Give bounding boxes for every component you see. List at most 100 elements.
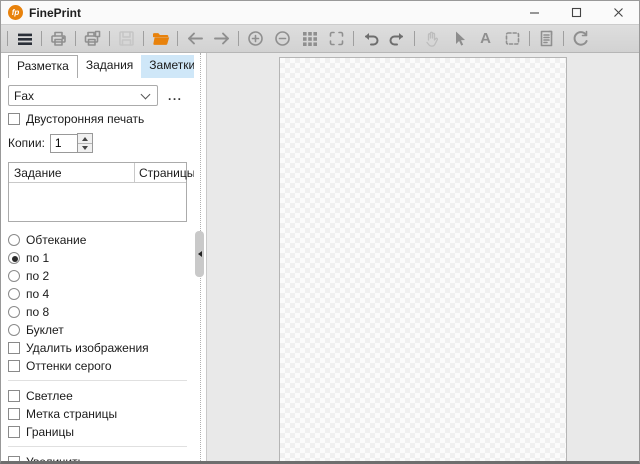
save-button[interactable] — [113, 26, 140, 51]
settings-sidebar: Разметка Задания Заметки Fax ... Двустор… — [1, 53, 194, 461]
grid-layout-button[interactable] — [296, 26, 323, 51]
radio-icon — [8, 305, 20, 318]
jobs-column-pages: Страницы — [139, 165, 194, 180]
toolbar-separator — [238, 31, 239, 46]
page-preview[interactable] — [279, 57, 567, 461]
group-divider — [8, 446, 187, 447]
zoom-out-button[interactable] — [269, 26, 296, 51]
refresh-button[interactable] — [567, 26, 594, 51]
appearance-check-group: Светлее Метка страницы Границы — [8, 387, 187, 440]
radio-icon — [8, 233, 20, 246]
checkbox-icon — [8, 389, 20, 402]
printer-row: Fax ... — [8, 85, 187, 106]
radio-label: по 2 — [26, 268, 50, 283]
spin-up-button[interactable] — [77, 134, 92, 143]
forward-button[interactable] — [208, 26, 235, 51]
printer-more-button[interactable]: ... — [168, 89, 183, 103]
layout-radio-option[interactable]: по 4 — [8, 285, 187, 302]
fit-page-button[interactable] — [323, 26, 350, 51]
layout-radio-option[interactable]: по 1 — [8, 249, 187, 266]
spin-down-button[interactable] — [77, 143, 92, 152]
option-checkbox[interactable]: Увеличить — [8, 453, 187, 461]
back-button[interactable] — [181, 26, 208, 51]
duplex-label: Двусторонняя печать — [26, 112, 145, 126]
checkbox-label: Увеличить — [26, 455, 84, 462]
refresh-icon — [573, 30, 588, 46]
toolbar: A — [1, 24, 639, 53]
zoom-out-icon — [275, 31, 290, 46]
checkbox-icon — [8, 341, 20, 354]
down-arrow-icon — [81, 146, 88, 150]
sidebar-tab[interactable]: Заметки — [141, 55, 194, 78]
text-tool-button[interactable]: A — [472, 26, 499, 51]
sidebar-tab[interactable]: Задания — [78, 55, 141, 78]
toolbar-separator — [353, 31, 354, 46]
checkbox-label: Удалить изображения — [26, 340, 149, 355]
sidebar-tabs: Разметка Задания Заметки — [8, 55, 194, 78]
checkbox-icon — [8, 113, 20, 125]
duplex-checkbox-row[interactable]: Двусторонняя печать — [8, 112, 187, 126]
printer-select-value: Fax — [14, 88, 35, 103]
grid-layout-icon — [302, 31, 317, 46]
sidebar-tab[interactable]: Разметка — [8, 55, 78, 78]
back-arrow-icon — [187, 32, 203, 45]
undo-button[interactable] — [357, 26, 384, 51]
marquee-selection-icon — [505, 32, 520, 45]
redo-button[interactable] — [384, 26, 411, 51]
up-arrow-icon — [81, 136, 88, 141]
jobs-list-body — [9, 183, 186, 221]
jobs-list-header: Задание Страницы — [9, 162, 194, 183]
forward-arrow-icon — [213, 32, 229, 45]
app-logo-icon: fp — [8, 5, 23, 20]
toolbar-separator — [75, 31, 76, 46]
option-checkbox[interactable]: Светлее — [8, 387, 187, 404]
radio-icon — [8, 269, 20, 282]
binding-check-group: Увеличить Переплет документа Отступ для … — [8, 453, 187, 461]
minimize-button[interactable] — [513, 1, 555, 24]
option-checkbox[interactable]: Границы — [8, 423, 187, 440]
select-cursor-button[interactable] — [445, 26, 472, 51]
fit-page-icon — [329, 31, 344, 46]
menu-icon — [17, 33, 32, 45]
maximize-button[interactable] — [555, 1, 597, 24]
open-button[interactable] — [147, 26, 174, 51]
print-job-button[interactable] — [79, 26, 106, 51]
menu-button[interactable] — [11, 26, 38, 51]
zoom-in-button[interactable] — [242, 26, 269, 51]
print-icon — [51, 31, 66, 46]
toolbar-separator — [109, 31, 110, 46]
collapse-left-icon — [197, 251, 202, 257]
save-icon — [119, 31, 134, 46]
notes-page-button[interactable] — [533, 26, 560, 51]
radio-label: по 8 — [26, 304, 50, 319]
chevron-down-icon — [140, 89, 151, 99]
minimize-icon — [529, 12, 539, 14]
tab-label: Разметка — [17, 59, 69, 73]
printer-select[interactable]: Fax — [8, 85, 158, 106]
radio-label: Буклет — [26, 322, 64, 337]
print-button[interactable] — [45, 26, 72, 51]
option-checkbox[interactable]: Удалить изображения — [8, 339, 187, 356]
radio-label: по 4 — [26, 286, 50, 301]
select-cursor-icon — [455, 31, 465, 46]
copies-spinner — [76, 133, 93, 153]
hand-pan-icon — [426, 31, 439, 47]
option-checkbox[interactable]: Метка страницы — [8, 405, 187, 422]
layout-radio-option[interactable]: Обтекание — [8, 231, 187, 248]
option-checkbox[interactable]: Оттенки серого — [8, 357, 187, 374]
splitter-handle[interactable] — [195, 231, 204, 277]
copies-input[interactable] — [49, 133, 77, 153]
checkbox-icon — [8, 359, 20, 372]
checkbox-label: Метка страницы — [26, 406, 118, 421]
layout-radio-option[interactable]: Буклет — [8, 321, 187, 338]
layout-radio-group: Обтекание по 1 по 2 по 4 по 8 Буклет — [8, 231, 187, 338]
jobs-column-job: Задание — [14, 165, 62, 180]
tab-label: Задания — [85, 58, 134, 72]
layout-radio-option[interactable]: по 2 — [8, 267, 187, 284]
close-button[interactable] — [597, 1, 639, 24]
group-divider — [8, 380, 187, 381]
hand-pan-button[interactable] — [418, 26, 445, 51]
layout-radio-option[interactable]: по 8 — [8, 303, 187, 320]
marquee-selection-button[interactable] — [499, 26, 526, 51]
maximize-icon — [571, 7, 581, 18]
